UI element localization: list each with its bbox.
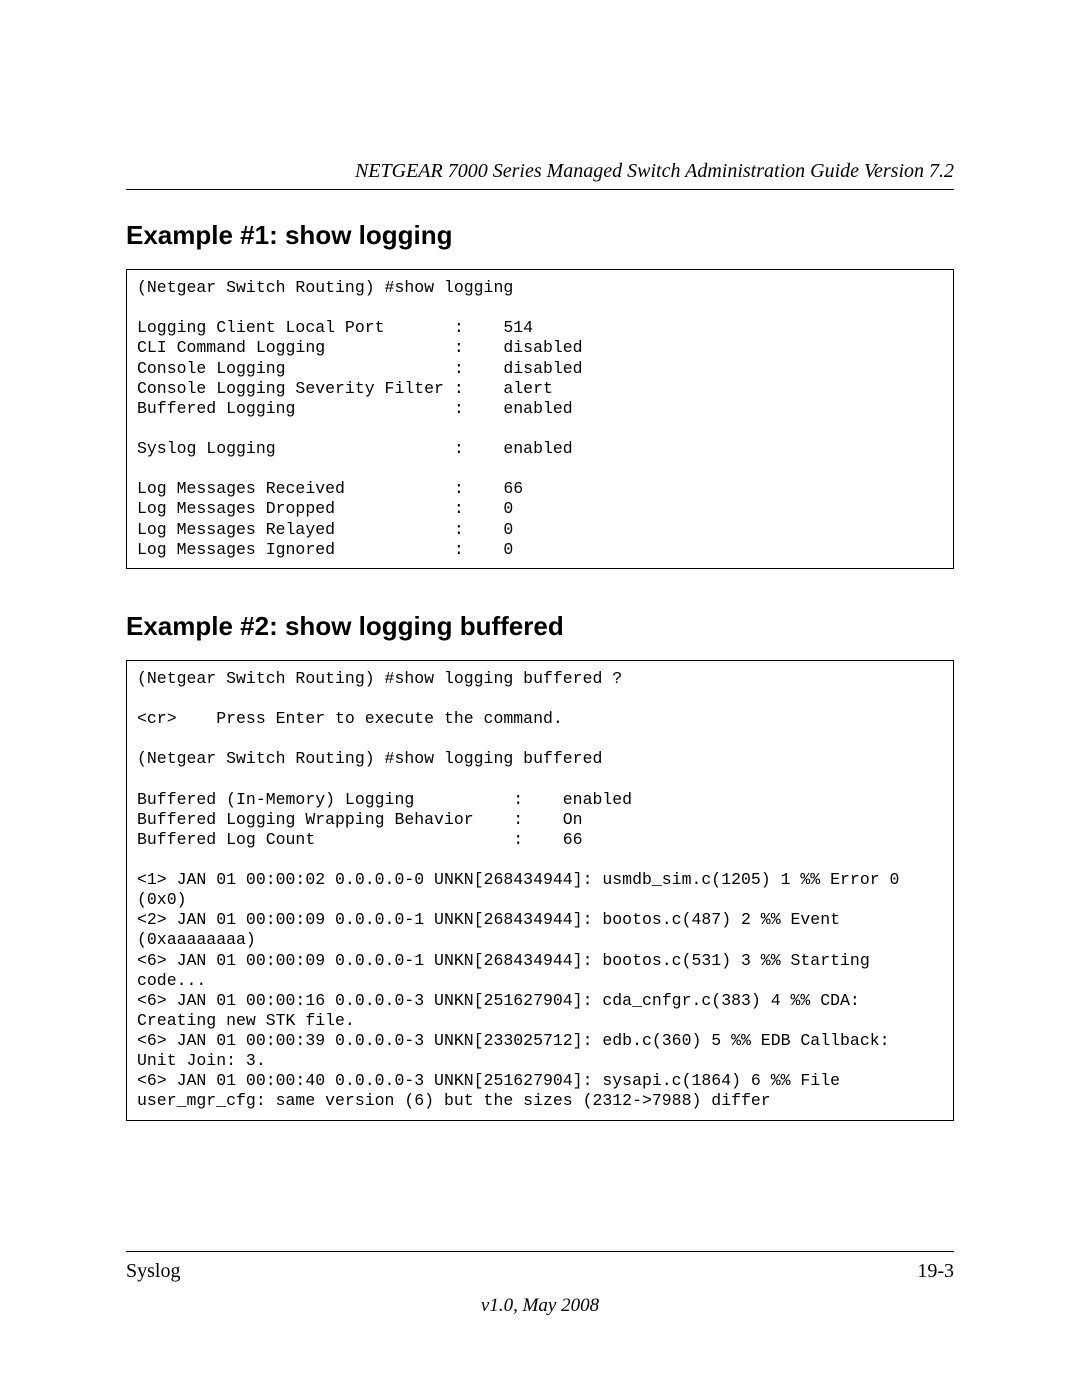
footer: Syslog 19-3 v1.0, May 2008 <box>126 1251 954 1317</box>
footer-line: Syslog 19-3 <box>126 1260 954 1283</box>
code-block-example-2: (Netgear Switch Routing) #show logging b… <box>126 660 954 1121</box>
footer-section-name: Syslog <box>126 1260 180 1283</box>
heading-example-2: Example #2: show logging buffered <box>126 611 954 642</box>
code-block-example-1: (Netgear Switch Routing) #show logging L… <box>126 269 954 569</box>
header-rule <box>126 189 954 190</box>
running-header: NETGEAR 7000 Series Managed Switch Admin… <box>126 160 954 189</box>
footer-version: v1.0, May 2008 <box>126 1295 954 1317</box>
footer-page-number: 19-3 <box>917 1260 954 1283</box>
heading-example-1: Example #1: show logging <box>126 220 954 251</box>
page: NETGEAR 7000 Series Managed Switch Admin… <box>0 0 1080 1397</box>
footer-rule <box>126 1251 954 1252</box>
